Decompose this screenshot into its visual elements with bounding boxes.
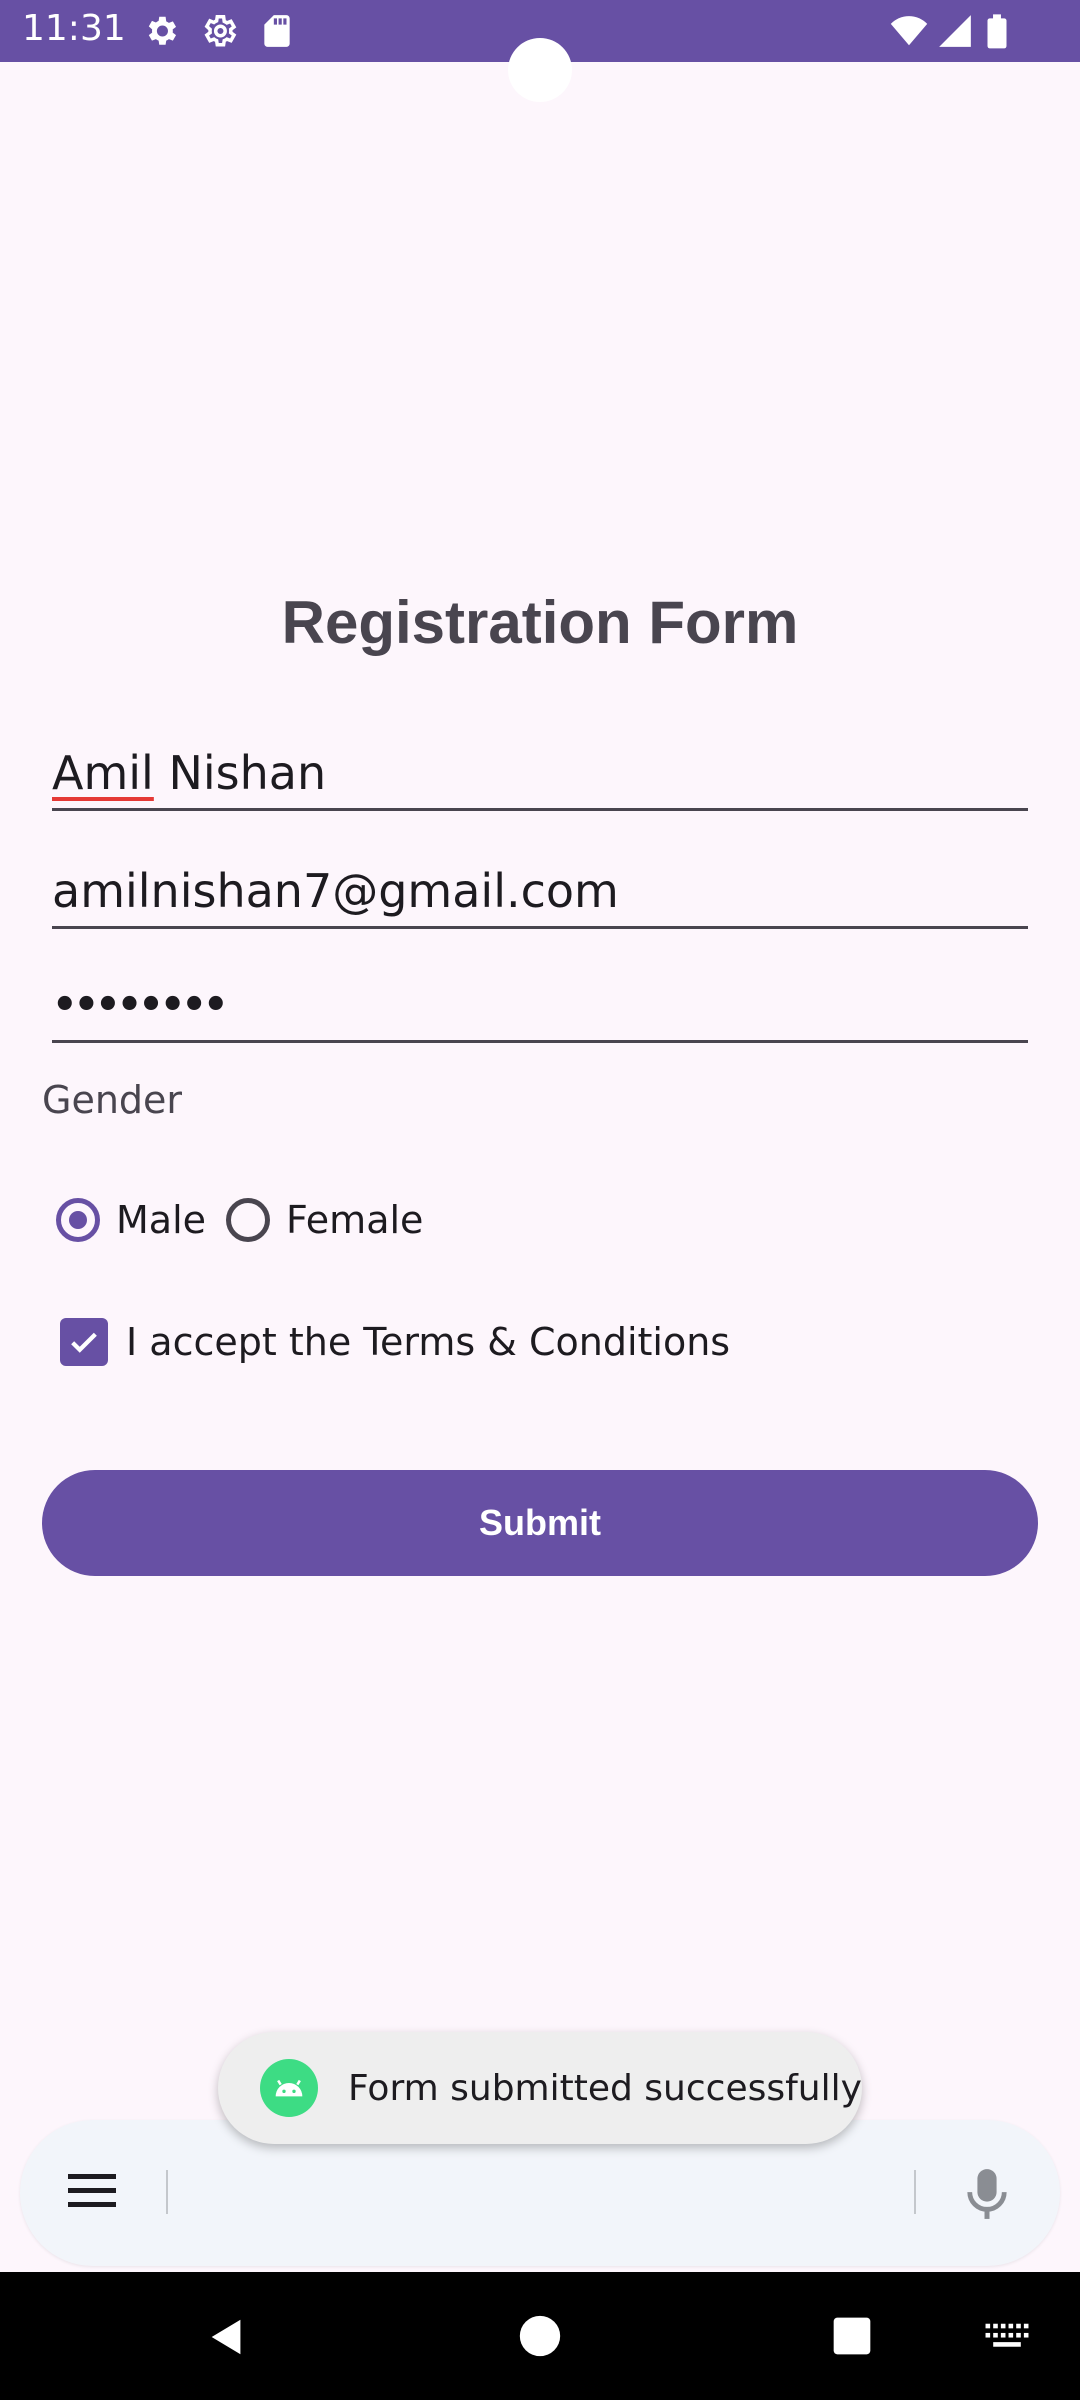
sd-card-icon xyxy=(264,15,290,47)
radio-female[interactable] xyxy=(226,1198,271,1242)
battery-icon xyxy=(987,14,1007,49)
recents-icon[interactable] xyxy=(830,2314,874,2358)
submit-button[interactable]: Submit xyxy=(42,1470,1038,1576)
name-field[interactable]: Amil Nishan xyxy=(52,746,1028,811)
gender-label: Gender xyxy=(42,1078,183,1122)
back-icon[interactable] xyxy=(204,2314,250,2360)
toast-message: Form submitted successfully xyxy=(348,2067,862,2109)
password-field[interactable]: •••••••• xyxy=(52,982,1028,1043)
check-icon xyxy=(71,1332,97,1353)
mic-icon[interactable] xyxy=(964,2166,1010,2222)
wifi-icon xyxy=(890,16,928,46)
email-field[interactable]: amilnishan7@gmail.com xyxy=(52,864,1028,929)
terms-row[interactable]: I accept the Terms & Conditions xyxy=(60,1318,730,1366)
settings-icon xyxy=(148,16,177,45)
camera-cutout xyxy=(508,38,572,102)
terms-label[interactable]: I accept the Terms & Conditions xyxy=(126,1320,730,1364)
password-value: •••••••• xyxy=(52,982,229,1028)
name-value-rest: Nishan xyxy=(153,746,327,800)
menu-icon[interactable] xyxy=(68,2170,116,2210)
terms-checkbox[interactable] xyxy=(60,1318,108,1366)
signal-icon xyxy=(939,15,971,47)
radio-male[interactable] xyxy=(56,1198,100,1242)
name-value-first: Amil xyxy=(52,746,154,800)
toast: Form submitted successfully xyxy=(218,2032,862,2144)
email-value: amilnishan7@gmail.com xyxy=(52,864,619,918)
page-title: Registration Form xyxy=(281,589,799,656)
kb-divider-right xyxy=(914,2170,916,2214)
kb-divider-left xyxy=(166,2170,168,2214)
gender-radio-group: Male Female xyxy=(56,1190,443,1250)
radio-male-label[interactable]: Male xyxy=(116,1198,206,1242)
radio-female-label[interactable]: Female xyxy=(286,1198,423,1242)
status-time: 11:31 xyxy=(22,8,126,49)
home-icon[interactable] xyxy=(518,2314,562,2358)
navigation-bar xyxy=(0,2272,1080,2400)
keyboard-icon[interactable] xyxy=(984,2320,1030,2352)
settings-outline-icon xyxy=(204,15,237,47)
android-icon xyxy=(260,2059,318,2117)
